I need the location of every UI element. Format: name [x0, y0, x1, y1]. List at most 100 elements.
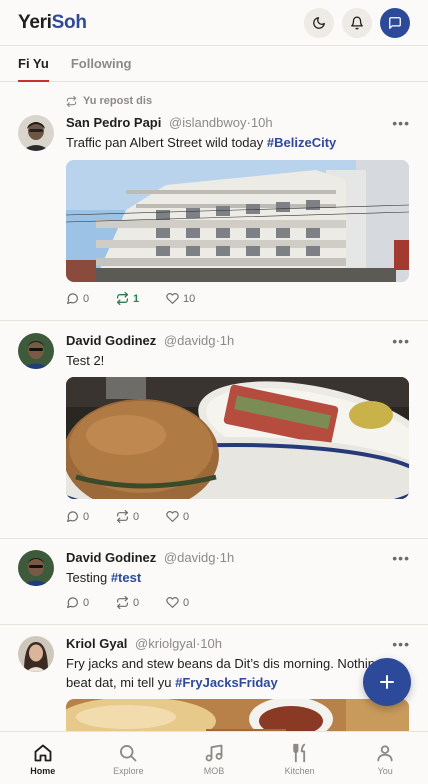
author-name[interactable]: David Godinez	[66, 550, 156, 565]
user-icon	[377, 745, 393, 762]
post-text: Testing #test	[66, 568, 406, 587]
author-handle[interactable]: @davidg	[164, 333, 216, 348]
author-name[interactable]: San Pedro Papi	[66, 115, 161, 130]
repost-count: 0	[133, 510, 140, 523]
heart-icon	[166, 597, 179, 608]
bottom-nav: Home Explore MOB Kitchen You	[0, 731, 428, 784]
bell-icon	[351, 16, 363, 29]
tab-fi-yu[interactable]: Fi Yu	[18, 46, 49, 82]
more-options-icon[interactable]: •••	[392, 333, 410, 349]
like-count: 0	[183, 596, 190, 609]
chat-bubble-icon	[389, 16, 401, 29]
repost-label: Yu repost dis	[83, 95, 153, 107]
author-name[interactable]: Kriol Gyal	[66, 636, 127, 651]
post-card[interactable]: Yu repost dis San Pedro Papi @islandbwoy…	[0, 83, 428, 321]
nav-item-kitchen[interactable]: Kitchen	[257, 732, 343, 784]
heart-icon	[166, 293, 179, 304]
post-image[interactable]	[66, 160, 409, 282]
nav-item-mob[interactable]: MOB	[171, 732, 257, 784]
nav-item-home[interactable]: Home	[0, 732, 86, 784]
post-card[interactable]: David Godinez @davidg·1h ••• Testing #te…	[0, 539, 428, 625]
post-actions: 0 1 10	[66, 292, 216, 305]
author-handle[interactable]: @davidg	[164, 550, 216, 565]
repost-icon	[116, 292, 129, 305]
plus-icon	[380, 675, 394, 689]
post-time: 10h	[200, 636, 222, 651]
app-logo[interactable]: YeriSoh	[18, 12, 87, 34]
moon-icon	[313, 16, 325, 29]
like-button[interactable]: 0	[166, 596, 216, 609]
repost-icon	[66, 95, 77, 107]
music-icon	[205, 744, 223, 762]
nav-label: You	[377, 766, 393, 776]
post-meta: Kriol Gyal @kriolgyal·10h	[66, 636, 222, 651]
like-count: 0	[183, 510, 190, 523]
logo-text-part1: Yeri	[18, 11, 52, 33]
more-options-icon[interactable]: •••	[392, 115, 410, 131]
post-text: Test 2!	[66, 351, 406, 370]
reply-count: 0	[83, 596, 90, 609]
nav-label: Home	[30, 766, 56, 776]
reply-count: 0	[83, 510, 90, 523]
reply-button[interactable]: 0	[66, 510, 116, 523]
theme-toggle-button[interactable]	[304, 7, 334, 38]
repost-button[interactable]: 0	[116, 596, 166, 609]
post-actions: 0 0 0	[66, 510, 216, 523]
more-options-icon[interactable]: •••	[392, 636, 410, 652]
repost-icon	[117, 510, 128, 523]
nav-item-explore[interactable]: Explore	[86, 732, 172, 784]
messages-button[interactable]	[380, 7, 410, 38]
nav-label: MOB	[203, 766, 225, 776]
avatar[interactable]	[18, 115, 54, 151]
search-icon	[120, 745, 137, 762]
reply-button[interactable]: 0	[66, 596, 116, 609]
nav-label: Kitchen	[284, 766, 315, 776]
post-image[interactable]	[66, 699, 409, 731]
avatar[interactable]	[18, 550, 54, 586]
post-meta: David Godinez @davidg·1h	[66, 333, 234, 348]
heart-icon	[166, 511, 179, 522]
post-card[interactable]: David Godinez @davidg·1h ••• Test 2! 0 0…	[0, 321, 428, 539]
post-text-body: Test 2!	[66, 353, 105, 368]
logo-text-part2: Soh	[51, 11, 87, 33]
post-time: 1h	[219, 550, 235, 565]
hashtag-link[interactable]: #test	[111, 570, 141, 585]
author-handle[interactable]: @islandbwoy	[169, 115, 247, 130]
like-count: 10	[183, 292, 196, 305]
feed-tabs: Fi Yu Following	[0, 46, 428, 82]
reply-button[interactable]: 0	[66, 292, 116, 305]
home-icon	[34, 744, 52, 762]
post-text-body: Traffic pan Albert Street wild today	[66, 135, 267, 150]
repost-count: 0	[133, 596, 140, 609]
hashtag-link[interactable]: #BelizeCity	[267, 135, 336, 150]
app-header: YeriSoh	[0, 0, 428, 46]
post-text: Traffic pan Albert Street wild today #Be…	[66, 133, 406, 152]
comment-icon	[67, 511, 78, 522]
fork-knife-icon	[292, 743, 305, 763]
notifications-button[interactable]	[342, 7, 372, 38]
more-options-icon[interactable]: •••	[392, 550, 410, 566]
avatar[interactable]	[18, 333, 54, 369]
repost-indicator: Yu repost dis	[66, 95, 152, 107]
avatar[interactable]	[18, 636, 54, 672]
author-name[interactable]: David Godinez	[66, 333, 156, 348]
repost-count: 1	[133, 292, 140, 305]
comment-icon	[67, 293, 78, 304]
post-time: 1h	[219, 333, 235, 348]
like-button[interactable]: 10	[166, 292, 216, 305]
post-actions: 0 0 0	[66, 596, 216, 609]
reply-count: 0	[83, 292, 90, 305]
repost-icon	[117, 596, 128, 609]
hashtag-link[interactable]: #FryJacksFriday	[175, 675, 278, 690]
like-button[interactable]: 0	[166, 510, 216, 523]
author-handle[interactable]: @kriolgyal	[135, 636, 196, 651]
tab-following[interactable]: Following	[71, 46, 132, 82]
repost-button[interactable]: 1	[116, 292, 166, 305]
comment-icon	[67, 597, 78, 608]
nav-item-you[interactable]: You	[342, 732, 428, 784]
post-meta: David Godinez @davidg·1h	[66, 550, 234, 565]
compose-post-button[interactable]	[363, 658, 411, 706]
post-image[interactable]	[66, 377, 409, 499]
repost-button[interactable]: 0	[116, 510, 166, 523]
post-text-body: Testing	[66, 570, 111, 585]
